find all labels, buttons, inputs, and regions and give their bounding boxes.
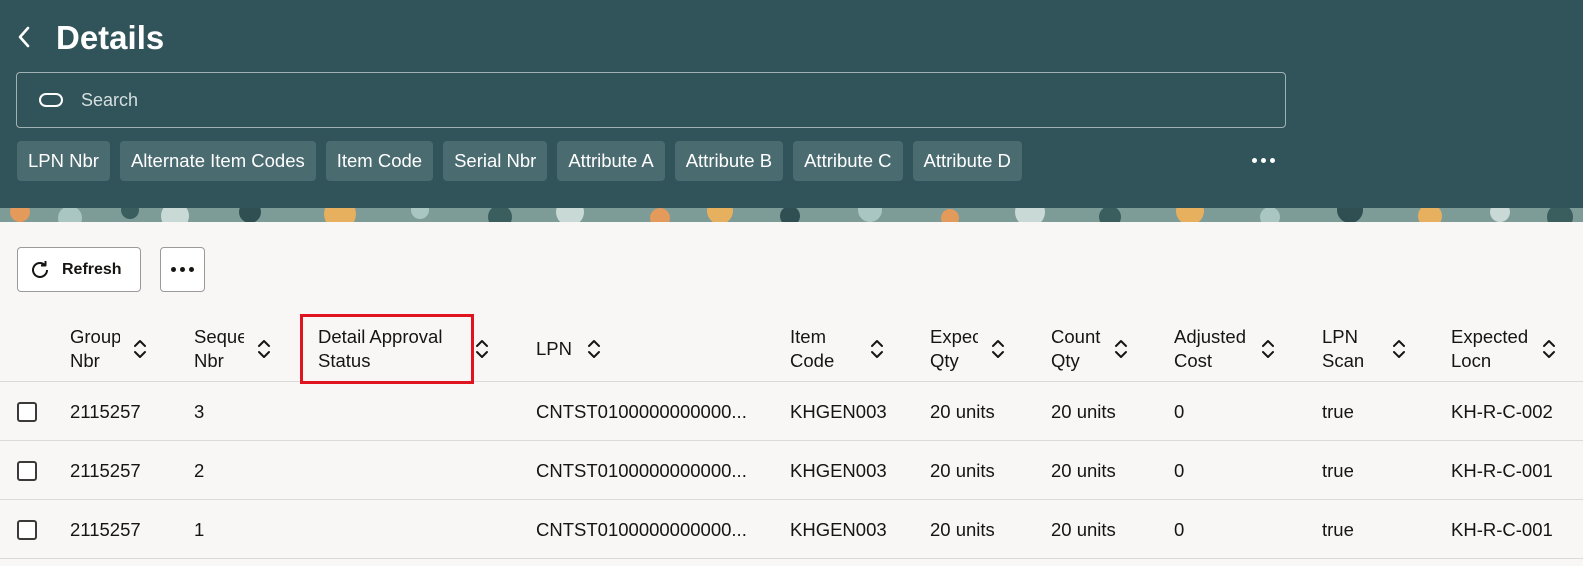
page-title: Details <box>56 19 165 56</box>
sort-icon[interactable] <box>132 338 148 360</box>
row-checkbox[interactable] <box>17 520 37 540</box>
cell-count-qty: 20 units <box>1051 460 1116 481</box>
cell-lpn-scan: true <box>1322 519 1354 540</box>
chip-attribute-d[interactable]: Attribute D <box>912 141 1022 181</box>
column-header-item-code[interactable]: Item Code <box>790 316 885 382</box>
table-header: Group Nbr Sequence Nbr Detail Approval S… <box>0 316 1583 382</box>
table-row[interactable]: 2115257 1 CNTST0100000000000... KHGEN003… <box>0 500 1583 559</box>
search-box[interactable] <box>16 72 1286 128</box>
table-row[interactable]: 2115257 2 CNTST0100000000000... KHGEN003… <box>0 441 1583 500</box>
sort-icon[interactable] <box>1260 338 1276 360</box>
cell-item-code: KHGEN003 <box>790 401 887 422</box>
cell-detail-approval-status <box>318 441 518 500</box>
sort-icon[interactable] <box>586 338 602 360</box>
sort-icon[interactable] <box>1113 338 1129 360</box>
column-header-expected-locn[interactable]: Expected Locn <box>1451 316 1557 382</box>
cell-lpn: CNTST0100000000000... <box>536 519 747 540</box>
back-button[interactable] <box>12 24 36 50</box>
column-header-expected-qty[interactable]: Expected Qty <box>930 316 1006 382</box>
column-label: LPN <box>536 338 572 359</box>
cell-group-nbr: 2115257 <box>70 401 141 422</box>
column-header-lpn-scan[interactable]: LPN Scan <box>1322 316 1407 382</box>
cell-count-qty: 20 units <box>1051 401 1116 422</box>
column-header-detail-approval-status[interactable]: Detail Approval Status <box>318 316 490 382</box>
cell-sequence-nbr: 3 <box>194 401 205 422</box>
cell-sequence-nbr: 1 <box>194 519 205 540</box>
chip-alternate-item-codes[interactable]: Alternate Item Codes <box>119 141 316 181</box>
column-label: Adjusted Cost <box>1174 326 1246 371</box>
sort-icon[interactable] <box>990 338 1006 360</box>
cell-lpn: CNTST0100000000000... <box>536 401 747 422</box>
cell-detail-approval-status <box>318 382 518 441</box>
sort-icon[interactable] <box>869 338 885 360</box>
refresh-label: Refresh <box>62 260 122 278</box>
sort-icon[interactable] <box>1541 338 1557 360</box>
cell-lpn-scan: true <box>1322 460 1354 481</box>
cell-item-code: KHGEN003 <box>790 460 887 481</box>
chip-lpn-nbr[interactable]: LPN Nbr <box>17 141 110 181</box>
column-label: Expected Qty <box>930 326 978 371</box>
more-filters-button[interactable] <box>1248 148 1278 172</box>
column-header-adjusted-cost[interactable]: Adjusted Cost <box>1174 316 1276 382</box>
cell-adjusted-cost: 0 <box>1174 401 1185 422</box>
chip-attribute-c[interactable]: Attribute C <box>793 141 903 181</box>
cell-count-qty: 20 units <box>1051 519 1116 540</box>
cell-adjusted-cost: 0 <box>1174 460 1185 481</box>
cell-sequence-nbr: 2 <box>194 460 205 481</box>
cell-expected-locn: KH-R-C-001 <box>1451 460 1553 481</box>
more-icon <box>1251 157 1275 163</box>
column-label: Detail Approval Status <box>318 326 443 371</box>
cell-group-nbr: 2115257 <box>70 519 141 540</box>
table-row[interactable]: 2115257 3 CNTST0100000000000... KHGEN003… <box>0 382 1583 441</box>
cell-detail-approval-status <box>318 500 518 559</box>
more-icon <box>171 267 194 272</box>
cell-expected-qty: 20 units <box>930 519 995 540</box>
chevron-left-icon <box>18 26 30 48</box>
cell-adjusted-cost: 0 <box>1174 519 1185 540</box>
page-header: Details LPN Nbr Alternate Item Codes Ite… <box>0 0 1583 208</box>
column-label: Sequence Nbr <box>194 326 244 371</box>
chip-item-code[interactable]: Item Code <box>325 141 434 181</box>
chip-attribute-b[interactable]: Attribute B <box>674 141 784 181</box>
column-header-lpn[interactable]: LPN <box>536 316 602 382</box>
sort-icon[interactable] <box>256 338 272 360</box>
cell-expected-locn: KH-R-C-002 <box>1451 401 1553 422</box>
column-label: Item Code <box>790 326 835 371</box>
cell-group-nbr: 2115257 <box>70 460 141 481</box>
column-header-sequence-nbr[interactable]: Sequence Nbr <box>194 316 272 382</box>
cell-item-code: KHGEN003 <box>790 519 887 540</box>
column-label: Expected Locn <box>1451 326 1529 371</box>
row-checkbox[interactable] <box>17 402 37 422</box>
refresh-button[interactable]: Refresh <box>17 247 141 292</box>
cell-lpn: CNTST0100000000000... <box>536 460 747 481</box>
decorative-banner <box>0 208 1583 222</box>
column-label: Group Nbr <box>70 326 120 371</box>
filter-chips: LPN Nbr Alternate Item Codes Item Code S… <box>17 141 1032 181</box>
search-icon <box>39 93 63 107</box>
refresh-icon <box>29 259 51 281</box>
more-actions-button[interactable] <box>160 247 205 292</box>
cell-expected-qty: 20 units <box>930 401 995 422</box>
cell-expected-qty: 20 units <box>930 460 995 481</box>
cell-expected-locn: KH-R-C-001 <box>1451 519 1553 540</box>
sort-icon[interactable] <box>474 338 490 360</box>
cell-lpn-scan: true <box>1322 401 1354 422</box>
chip-serial-nbr[interactable]: Serial Nbr <box>443 141 548 181</box>
sort-icon[interactable] <box>1391 338 1407 360</box>
column-label: Count Qty <box>1051 326 1101 371</box>
row-checkbox[interactable] <box>17 461 37 481</box>
column-label: LPN Scan <box>1322 326 1365 371</box>
search-input[interactable] <box>81 80 1181 120</box>
column-header-count-qty[interactable]: Count Qty <box>1051 316 1129 382</box>
column-header-group-nbr[interactable]: Group Nbr <box>70 316 148 382</box>
chip-attribute-a[interactable]: Attribute A <box>557 141 665 181</box>
